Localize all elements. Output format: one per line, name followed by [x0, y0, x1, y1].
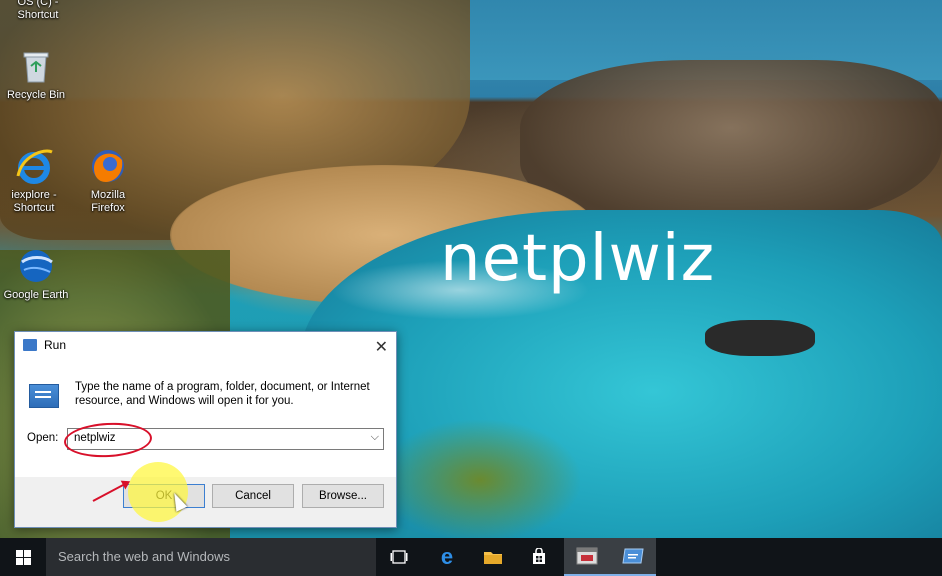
start-button[interactable]: [0, 538, 46, 576]
task-view-icon: [390, 550, 408, 564]
edge-icon: e: [440, 544, 454, 569]
desktop-icon-label: OS (C) - Shortcut: [17, 0, 59, 21]
task-view-button[interactable]: [376, 538, 422, 576]
taskbar-file-explorer-button[interactable]: [470, 538, 516, 576]
open-label: Open:: [27, 432, 59, 444]
overlay-caption: netplwiz: [440, 222, 716, 296]
desktop-icon-os-drive[interactable]: OS (C) - Shortcut: [0, 0, 76, 22]
app-window-icon: [576, 547, 598, 565]
desktop-icon-label: Google Earth: [3, 289, 69, 301]
close-icon[interactable]: ✕: [375, 337, 388, 357]
windows-logo-icon: [15, 549, 31, 565]
taskbar-store-button[interactable]: [516, 538, 562, 576]
taskbar-search-box[interactable]: Search the web and Windows: [46, 538, 376, 576]
dialog-titlebar[interactable]: Run: [15, 332, 396, 358]
desktop-icon-recycle-bin[interactable]: Recycle Bin: [0, 46, 74, 102]
annotation-circle: [63, 420, 153, 460]
desktop-icon-label: iexplore - Shortcut: [11, 189, 57, 214]
dialog-title: Run: [44, 338, 67, 352]
recycle-bin-icon: [16, 46, 56, 86]
desktop-icon-iexplore[interactable]: iexplore - Shortcut: [0, 146, 72, 215]
run-dialog: Run ✕ Type the name of a program, folder…: [14, 331, 397, 528]
run-program-icon: [29, 384, 59, 408]
firefox-icon: [88, 146, 128, 186]
desktop-icon-google-earth[interactable]: Google Earth: [0, 246, 74, 302]
google-earth-icon: [16, 246, 56, 286]
chevron-down-icon[interactable]: ⌵: [371, 431, 379, 444]
taskbar-edge-button[interactable]: e: [424, 538, 470, 576]
desktop-icon-label: Recycle Bin: [6, 89, 66, 101]
desktop-icon-firefox[interactable]: Mozilla Firefox: [70, 146, 146, 215]
folder-icon: [484, 552, 502, 564]
store-icon: [533, 548, 545, 564]
taskbar: Search the web and Windows e: [0, 538, 942, 576]
dialog-description: Type the name of a program, folder, docu…: [75, 381, 370, 407]
run-icon: [23, 339, 37, 351]
taskbar-run-button[interactable]: [610, 538, 656, 576]
run-icon: [622, 548, 644, 564]
taskbar-app-button[interactable]: [564, 538, 610, 576]
browse-button[interactable]: Browse...: [302, 484, 384, 508]
internet-explorer-icon: [14, 146, 54, 186]
desktop-icon-label: Mozilla Firefox: [90, 189, 126, 214]
cancel-button[interactable]: Cancel: [212, 484, 294, 508]
